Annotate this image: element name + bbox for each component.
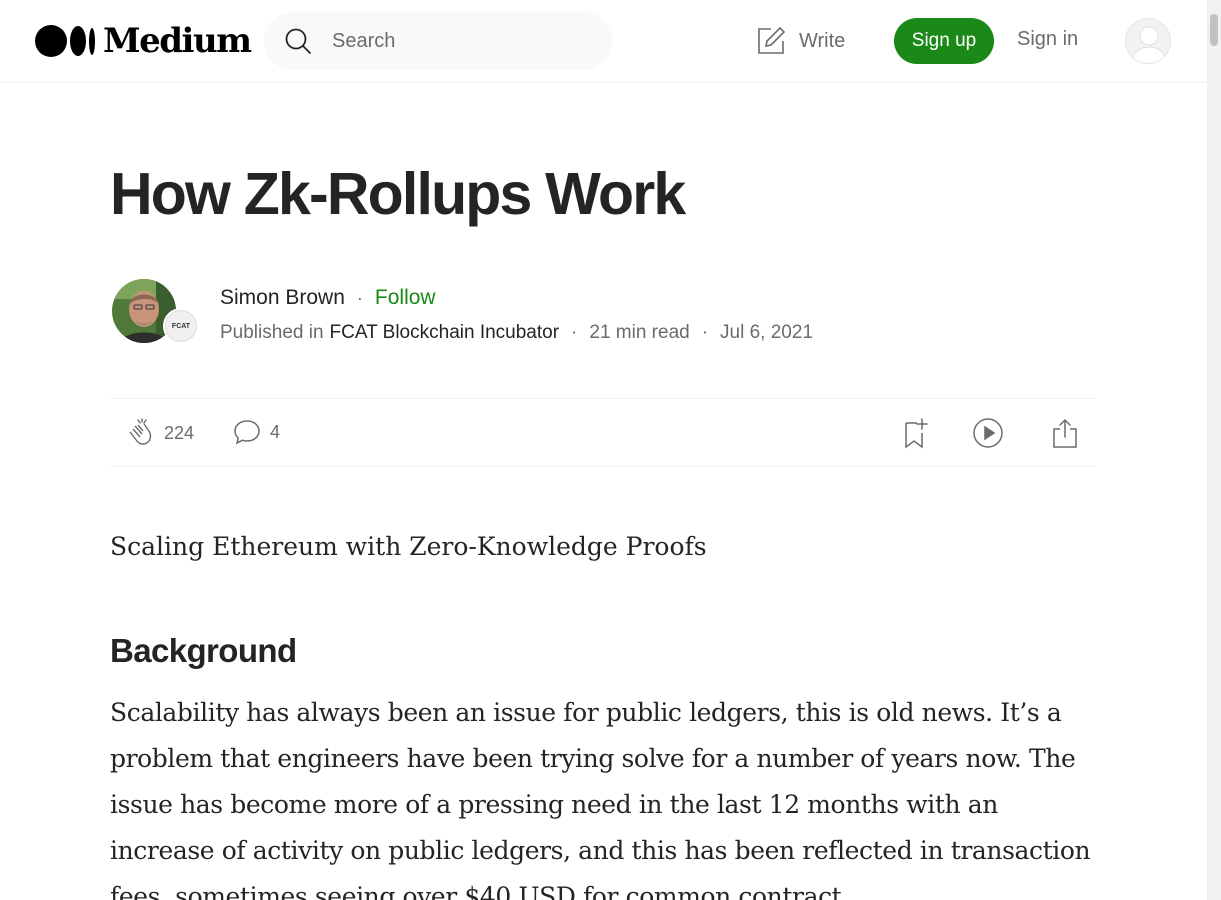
article-title: How Zk-Rollups Work bbox=[110, 161, 686, 227]
publication-avatar[interactable]: FCAT bbox=[163, 308, 199, 344]
author-name-link[interactable]: Simon Brown bbox=[220, 286, 345, 310]
responses-count: 4 bbox=[270, 421, 281, 442]
article-action-bar: 224 4 bbox=[110, 398, 1096, 467]
save-button[interactable] bbox=[900, 417, 930, 449]
search-icon bbox=[285, 28, 311, 54]
responses-button[interactable]: 4 bbox=[232, 417, 280, 447]
search-bar[interactable] bbox=[264, 12, 612, 70]
publication-name-link[interactable]: FCAT Blockchain Incubator bbox=[330, 322, 560, 344]
user-avatar-icon[interactable] bbox=[1125, 18, 1171, 64]
medium-logo[interactable]: Medium bbox=[35, 21, 252, 61]
listen-button[interactable] bbox=[972, 417, 1004, 449]
separator-dot: · bbox=[701, 322, 709, 343]
scrollbar-thumb[interactable] bbox=[1210, 14, 1218, 46]
article-meta: Published in FCAT Blockchain Incubator ·… bbox=[220, 322, 813, 344]
clap-count: 224 bbox=[164, 422, 195, 443]
sign-up-button[interactable]: Sign up bbox=[894, 18, 994, 64]
article-paragraph: Scalability has always been an issue for… bbox=[110, 698, 1091, 900]
read-time: 21 min read bbox=[589, 322, 690, 343]
publication-logo: FCAT bbox=[165, 310, 197, 342]
medium-logo-text: Medium bbox=[103, 21, 252, 61]
search-input[interactable] bbox=[332, 26, 592, 56]
top-navigation-bar: Medium Write Sign up Sign in bbox=[0, 0, 1207, 83]
write-label: Write bbox=[799, 29, 846, 52]
clap-icon bbox=[129, 418, 152, 445]
share-icon bbox=[1053, 419, 1077, 448]
separator-dot: · bbox=[571, 322, 578, 343]
sign-in-link[interactable]: Sign in bbox=[1017, 28, 1078, 51]
bookmark-add-icon bbox=[905, 418, 928, 449]
section-heading: Background bbox=[110, 632, 297, 669]
author-line: Simon Brown · Follow bbox=[220, 286, 436, 310]
article-subtitle: Scaling Ethereum with Zero-Knowledge Pro… bbox=[110, 532, 707, 561]
separator-dot: · bbox=[356, 287, 363, 308]
medium-logo-icon bbox=[35, 25, 95, 57]
clap-button[interactable]: 224 bbox=[124, 417, 194, 449]
write-icon bbox=[758, 26, 786, 54]
follow-button[interactable]: Follow bbox=[375, 286, 436, 310]
write-button[interactable]: Write bbox=[755, 24, 845, 58]
comment-icon bbox=[234, 420, 260, 445]
share-button[interactable] bbox=[1050, 417, 1080, 449]
published-in-label: Published in bbox=[220, 322, 324, 343]
play-icon bbox=[973, 418, 1003, 448]
page-scrollbar[interactable] bbox=[1207, 0, 1221, 900]
publish-date: Jul 6, 2021 bbox=[720, 322, 814, 343]
